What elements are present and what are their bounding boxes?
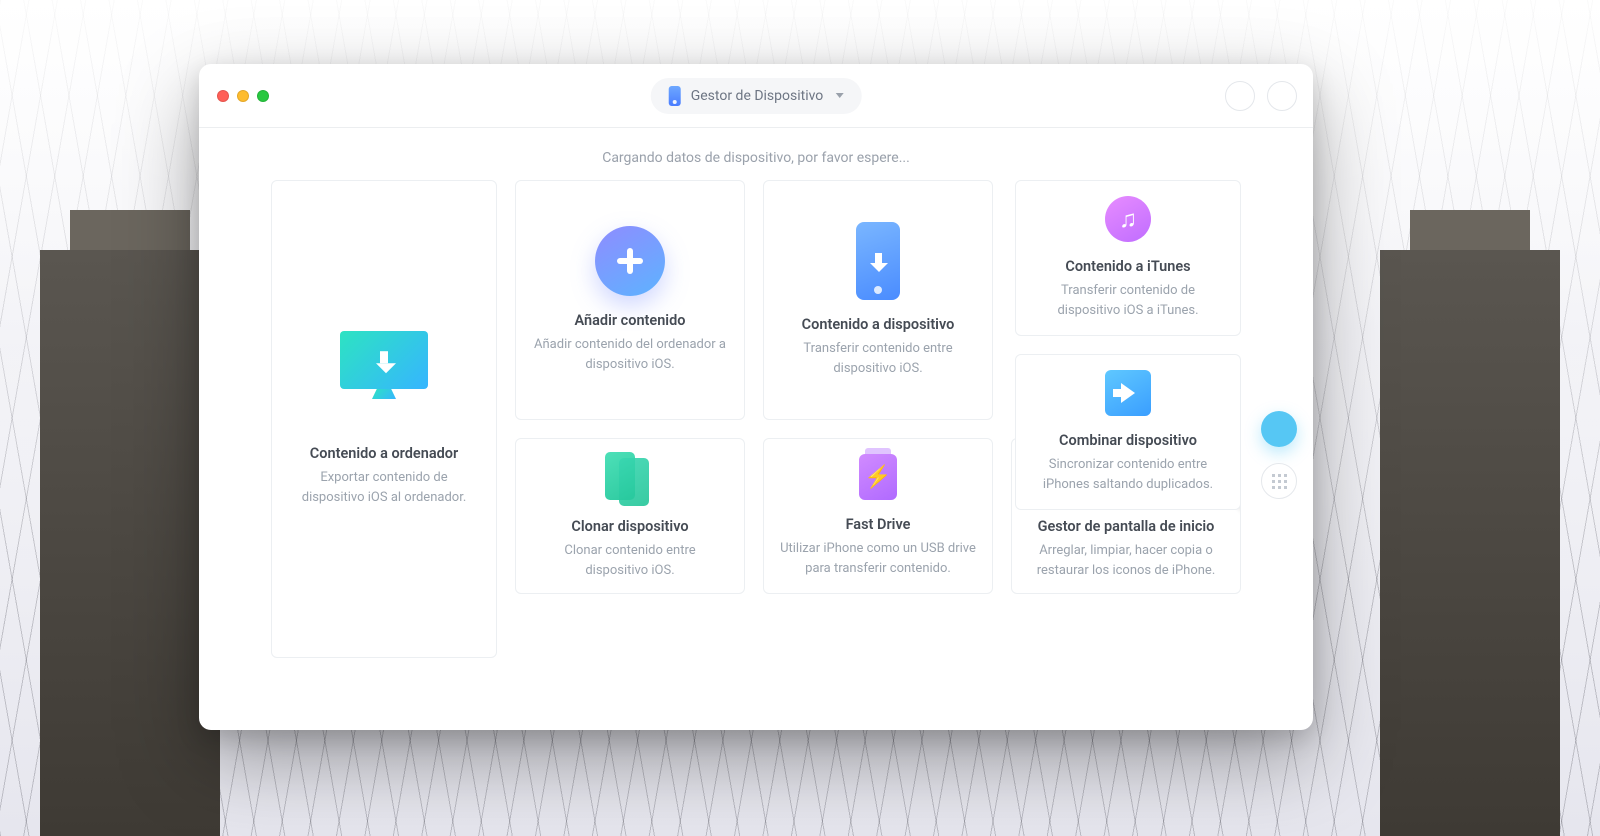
card-merge-device[interactable]: Combinar dispositivo Sincronizar conteni…: [1015, 354, 1241, 510]
card-content-to-itunes[interactable]: ♫ Contenido a iTunes Transferir contenid…: [1015, 180, 1241, 336]
card-title: Clonar dispositivo: [571, 518, 688, 535]
grid-icon: [1272, 474, 1287, 489]
card-add-content[interactable]: Añadir contenido Añadir contenido del or…: [515, 180, 745, 420]
toolbox-view-toggle[interactable]: [1261, 411, 1297, 447]
chevron-down-icon: [835, 93, 843, 98]
card-content-to-device[interactable]: Contenido a dispositivo Transferir conte…: [763, 180, 993, 420]
card-title: Contenido a iTunes: [1065, 258, 1190, 275]
device-selector-label: Gestor de Dispositivo: [691, 88, 824, 104]
card-title: Contenido a dispositivo: [802, 316, 955, 333]
zoom-window-button[interactable]: [257, 90, 269, 102]
card-clone-device[interactable]: Clonar dispositivo Clonar contenido entr…: [515, 438, 745, 594]
app-window: Gestor de Dispositivo Cargando datos de …: [199, 64, 1313, 730]
card-desc: Arreglar, limpiar, hacer copia o restaur…: [1028, 541, 1224, 580]
card-fast-drive[interactable]: ⚡ Fast Drive Utilizar iPhone como un USB…: [763, 438, 993, 594]
view-mode-toggles: [1261, 411, 1297, 499]
card-title: Gestor de pantalla de inicio: [1038, 518, 1215, 535]
device-selector[interactable]: Gestor de Dispositivo: [651, 78, 862, 114]
phone-download-icon: [856, 222, 900, 300]
card-title: Combinar dispositivo: [1059, 432, 1197, 449]
cards-area: Contenido a ordenador Exportar contenido…: [199, 180, 1313, 730]
plus-circle-icon: [595, 226, 665, 296]
card-desc: Utilizar iPhone como un USB drive para t…: [780, 539, 976, 578]
monitor-download-icon: [340, 331, 428, 389]
card-desc: Exportar contenido de dispositivo iOS al…: [288, 468, 480, 507]
minimize-window-button[interactable]: [237, 90, 249, 102]
window-controls: [217, 90, 269, 102]
card-content-to-computer[interactable]: Contenido a ordenador Exportar contenido…: [271, 180, 497, 658]
card-title: Contenido a ordenador: [310, 445, 458, 462]
usb-drive-icon: ⚡: [859, 454, 897, 500]
loading-status: Cargando datos de dispositivo, por favor…: [199, 128, 1313, 180]
categories-view-toggle[interactable]: [1261, 463, 1297, 499]
help-button[interactable]: [1225, 81, 1255, 111]
card-desc: Transferir contenido entre dispositivo i…: [780, 339, 976, 378]
card-title: Fast Drive: [846, 516, 911, 533]
card-title: Añadir contenido: [575, 312, 686, 329]
itunes-icon: ♫: [1105, 196, 1151, 242]
titlebar: Gestor de Dispositivo: [199, 64, 1313, 128]
clone-phones-icon: [605, 452, 655, 502]
theme-button[interactable]: [1267, 81, 1297, 111]
card-desc: Añadir contenido del ordenador a disposi…: [532, 335, 728, 374]
merge-arrow-icon: [1105, 370, 1151, 416]
close-window-button[interactable]: [217, 90, 229, 102]
card-desc: Sincronizar contenido entre iPhones salt…: [1032, 455, 1224, 494]
card-desc: Clonar contenido entre dispositivo iOS.: [532, 541, 728, 580]
phone-icon: [669, 86, 681, 106]
card-desc: Transferir contenido de dispositivo iOS …: [1032, 281, 1224, 320]
